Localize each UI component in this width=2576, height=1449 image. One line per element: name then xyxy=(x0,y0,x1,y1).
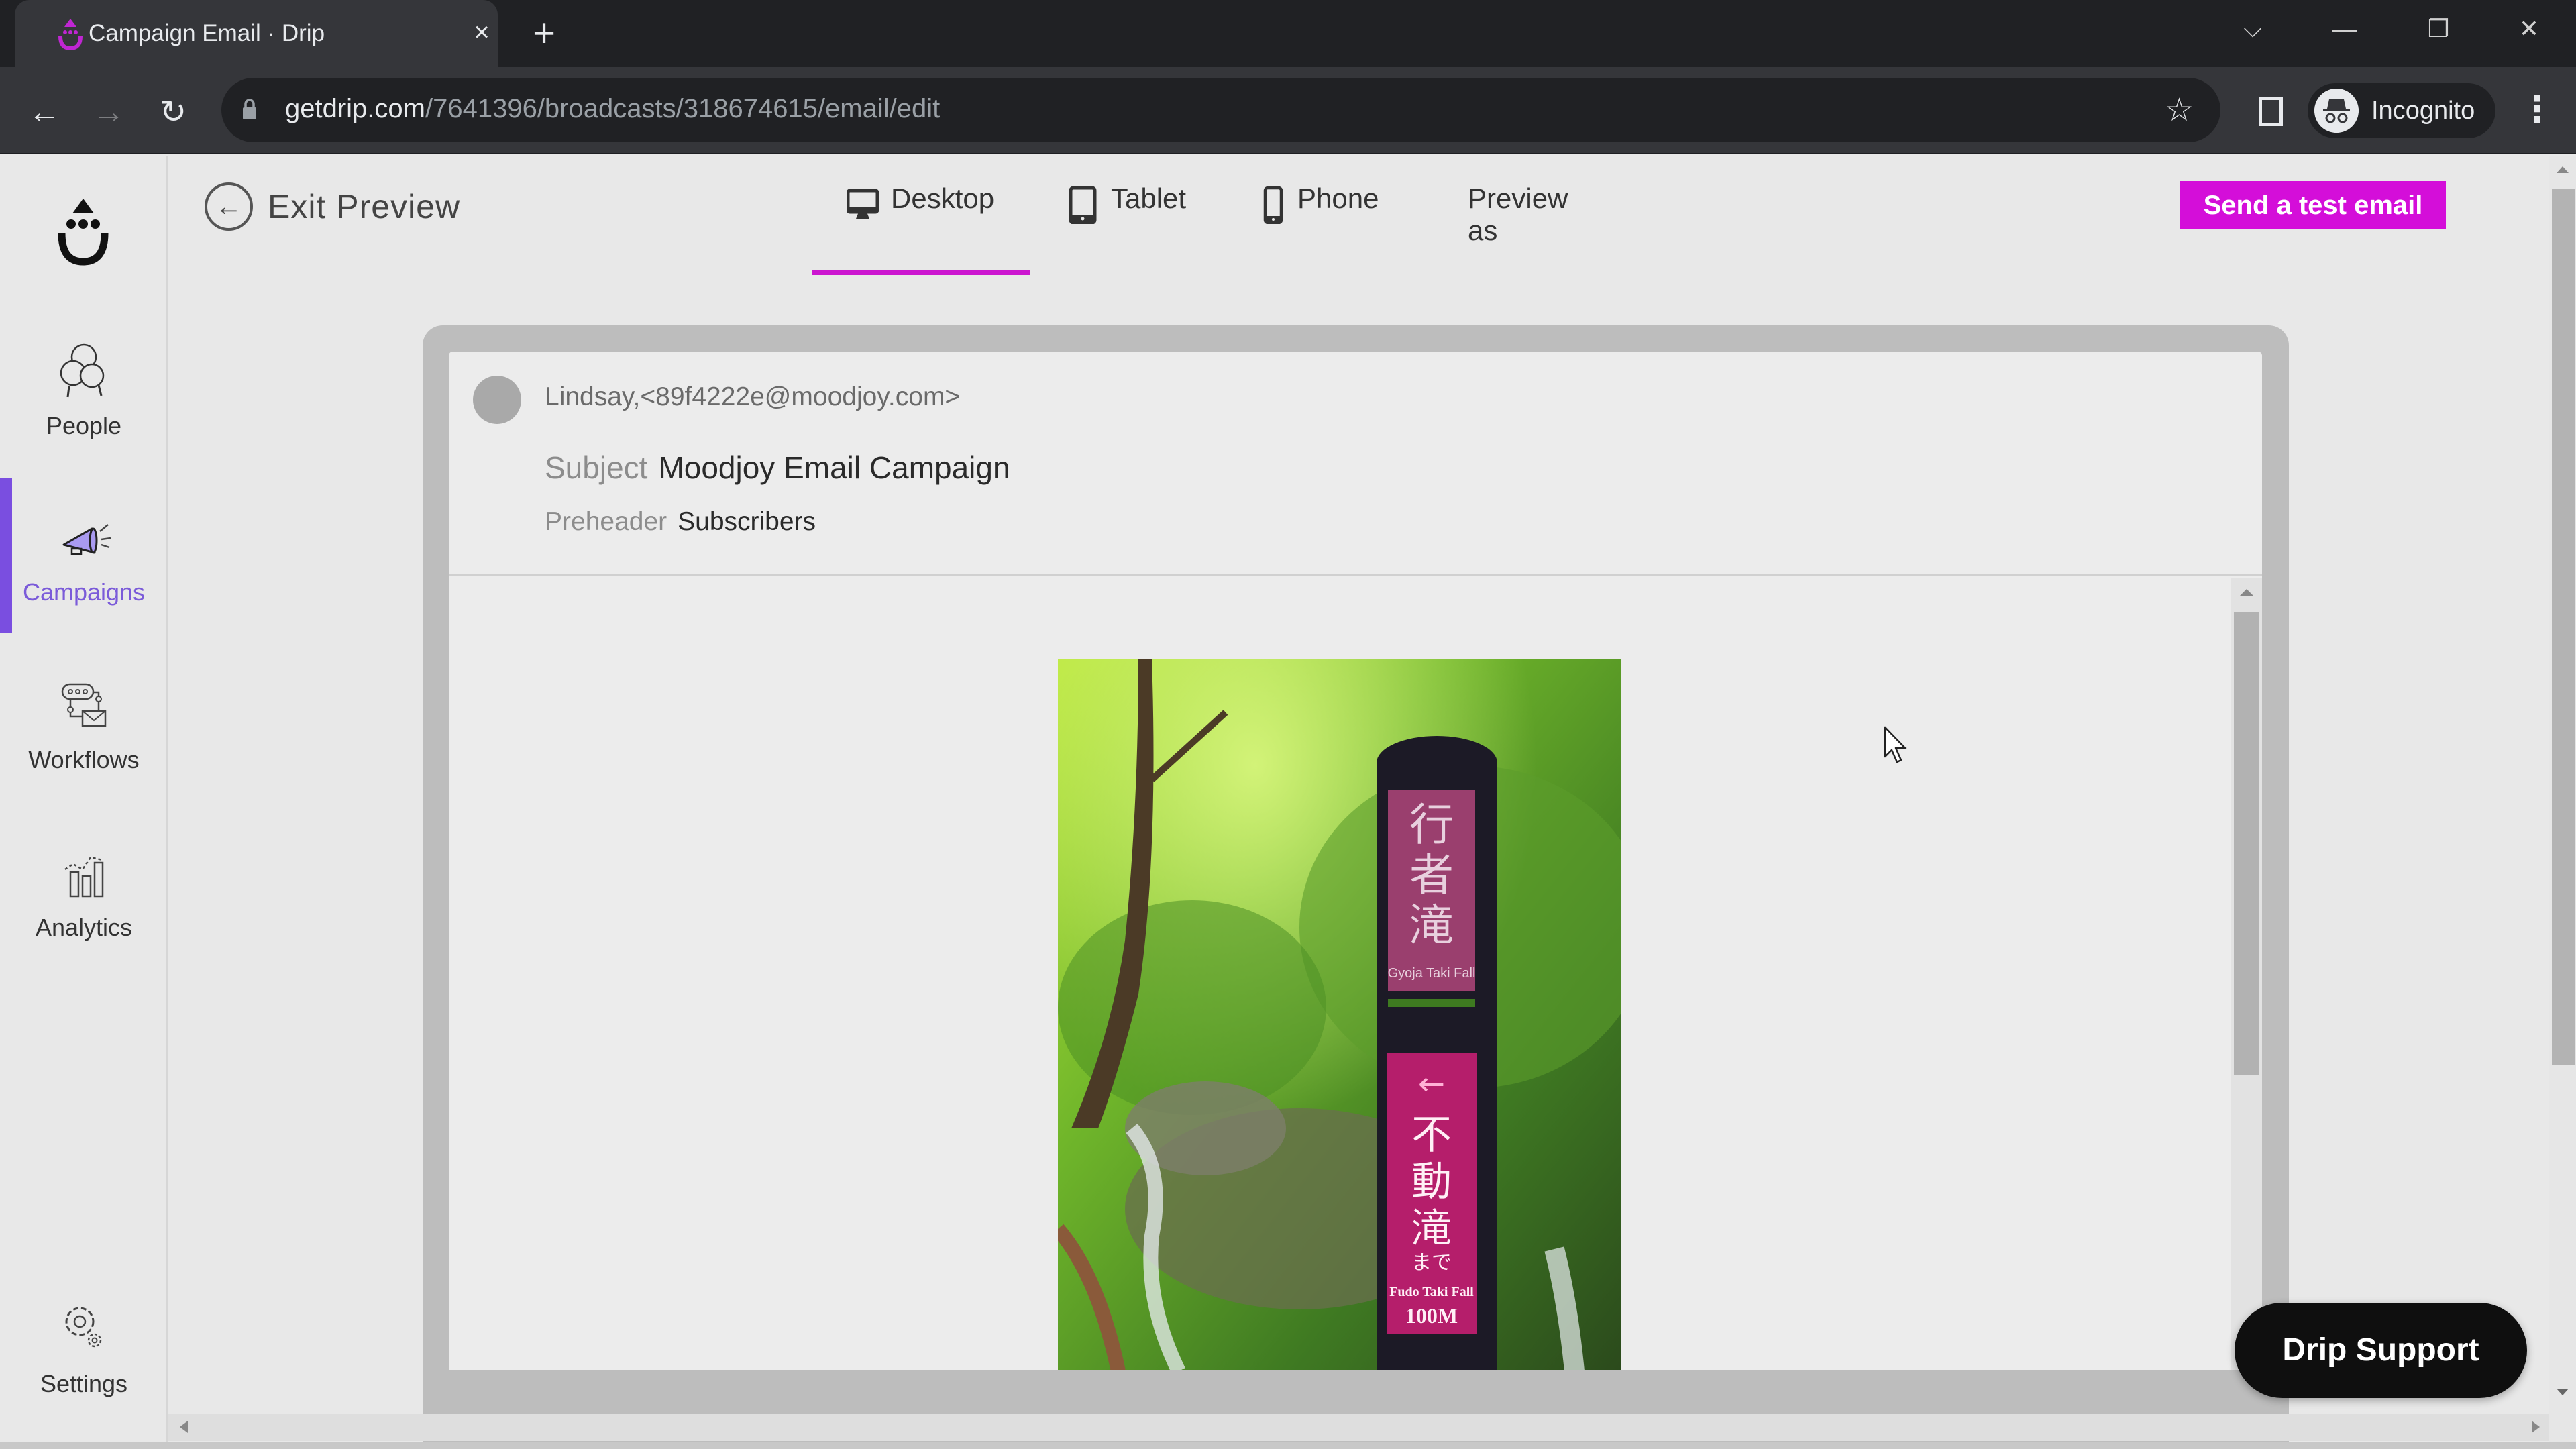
lock-icon[interactable] xyxy=(241,98,258,121)
subject-value: Moodjoy Email Campaign xyxy=(658,450,1010,485)
send-test-email-button[interactable]: Send a test email xyxy=(2180,181,2446,229)
scrollbar-thumb[interactable] xyxy=(2552,189,2575,1065)
email-body: 行 者 滝 Gyoja Taki Fall ← 不 動 滝 まで Fudo Ta… xyxy=(449,578,2262,1370)
sign-kanji-bottom-3: 滝 xyxy=(1411,1205,1452,1252)
email-hero-image: 行 者 滝 Gyoja Taki Fall ← 不 動 滝 まで Fudo Ta… xyxy=(1058,659,1621,1370)
incognito-icon xyxy=(2314,89,2359,133)
preheader-label: Preheader xyxy=(545,507,667,536)
sign-kanji-bottom-1: 不 xyxy=(1411,1112,1452,1159)
sidebar-item-label: People xyxy=(46,412,122,439)
sidebar-item-analytics[interactable]: Analytics xyxy=(0,840,168,974)
drip-app: People Campaigns Workflows Analytics Set… xyxy=(0,156,2549,1449)
back-arrow-icon: ← xyxy=(205,182,253,231)
sign-kanji-top-1: 行 xyxy=(1409,799,1454,851)
close-window-button[interactable]: ✕ xyxy=(2509,12,2549,46)
tab-search-icon[interactable]: ⌵ xyxy=(2233,12,2273,46)
side-panel-icon[interactable] xyxy=(2259,97,2283,126)
gear-icon xyxy=(65,1307,102,1348)
phone-icon xyxy=(1263,186,1283,224)
sidebar: People Campaigns Workflows Analytics Set… xyxy=(0,156,168,1449)
analytics-icon xyxy=(64,856,104,898)
sender-avatar xyxy=(473,376,521,424)
sign-distance: 100M xyxy=(1405,1303,1458,1328)
tab-desktop[interactable]: Desktop xyxy=(847,182,994,250)
active-indicator xyxy=(0,478,12,633)
people-icon xyxy=(60,343,105,398)
scroll-up-arrow-icon[interactable] xyxy=(2240,589,2253,596)
drip-support-button[interactable]: Drip Support xyxy=(2235,1303,2527,1398)
email-preview: Lindsay,<89f4222e@moodjoy.com> Subject Mo… xyxy=(449,352,2262,1370)
page-vertical-scrollbar[interactable] xyxy=(2549,156,2576,1449)
desktop-icon xyxy=(847,189,879,219)
sign-english-bottom: Fudo Taki Fall xyxy=(1389,1285,1474,1299)
address-bar-row: ← → ↻ getdrip.com/7641396/broadcasts/318… xyxy=(0,67,2576,154)
tab-label: Tablet xyxy=(1111,182,1187,214)
sidebar-item-label: Campaigns xyxy=(22,578,146,606)
incognito-profile-button[interactable]: Incognito xyxy=(2308,83,2496,138)
sidebar-item-label: Analytics xyxy=(35,914,133,941)
forward-button[interactable]: → xyxy=(89,93,129,133)
mouse-cursor-icon xyxy=(1884,726,1907,763)
tab-label: Desktop xyxy=(891,182,995,214)
tab-label: Phone xyxy=(1297,182,1379,214)
preheader-row: Preheader Subscribers xyxy=(545,507,816,537)
active-tab-underline xyxy=(812,270,1030,275)
tab-title: Campaign Email · Drip xyxy=(89,20,325,46)
preheader-value: Subscribers xyxy=(678,507,816,536)
new-tab-button[interactable]: + xyxy=(527,14,561,53)
email-header: Lindsay,<89f4222e@moodjoy.com> Subject Mo… xyxy=(449,352,2262,576)
sign-kanji-top-3: 滝 xyxy=(1409,900,1454,951)
sign-english-top: Gyoja Taki Fall xyxy=(1388,966,1476,981)
sign-kanji-bottom-2: 動 xyxy=(1411,1159,1452,1205)
sidebar-item-campaigns[interactable]: Campaigns xyxy=(0,478,168,639)
restore-button[interactable]: ❐ xyxy=(2418,12,2459,46)
sidebar-item-workflows[interactable]: Workflows xyxy=(0,672,168,806)
bookmark-star-icon[interactable]: ☆ xyxy=(2165,91,2194,129)
tab-preview-as[interactable]: Preview as xyxy=(1468,182,1568,250)
tab-label: Preview as xyxy=(1468,182,1568,246)
scroll-down-arrow-icon[interactable] xyxy=(2557,1389,2569,1395)
sign-kanji-top-2: 者 xyxy=(1409,849,1454,901)
tablet-icon xyxy=(1069,186,1097,224)
incognito-label: Incognito xyxy=(2371,97,2475,125)
megaphone-icon xyxy=(62,524,111,555)
subject-row: Subject Moodjoy Email Campaign xyxy=(545,449,1010,486)
email-preview-frame: Lindsay,<89f4222e@moodjoy.com> Subject Mo… xyxy=(423,325,2289,1449)
scroll-right-arrow-icon[interactable] xyxy=(2532,1421,2540,1433)
minimize-button[interactable]: — xyxy=(2324,12,2365,46)
sidebar-item-label: Workflows xyxy=(28,746,140,773)
scroll-up-arrow-icon[interactable] xyxy=(2557,166,2569,173)
browser-tab[interactable]: Campaign Email · Drip × xyxy=(15,0,498,67)
browser-tab-bar: Campaign Email · Drip × + ⌵ — ❐ ✕ xyxy=(0,0,2576,67)
sidebar-item-settings[interactable]: Settings xyxy=(0,1296,168,1430)
back-button[interactable]: ← xyxy=(24,93,64,133)
drip-favicon-icon xyxy=(58,19,83,51)
sender-address: Lindsay,<89f4222e@moodjoy.com> xyxy=(545,382,961,411)
url-text[interactable]: getdrip.com/7641396/broadcasts/318674615… xyxy=(285,94,940,124)
scrollbar-thumb[interactable] xyxy=(2234,612,2259,1075)
tab-phone[interactable]: Phone xyxy=(1261,182,1379,250)
browser-menu-icon[interactable]: ⋮ xyxy=(2519,91,2555,131)
reload-button[interactable]: ↻ xyxy=(153,93,193,133)
exit-preview-button[interactable]: ← Exit Preview xyxy=(205,180,460,233)
sign-arrow: ← xyxy=(1418,1065,1445,1103)
tab-close-icon[interactable]: × xyxy=(466,16,498,48)
workflow-icon xyxy=(61,683,107,727)
scroll-left-arrow-icon[interactable] xyxy=(180,1421,188,1433)
subject-label: Subject xyxy=(545,450,648,485)
page-horizontal-scrollbar[interactable] xyxy=(168,1414,2549,1441)
url-bar[interactable]: getdrip.com/7641396/broadcasts/318674615… xyxy=(221,78,2220,142)
email-preview-scrollbar[interactable] xyxy=(2231,578,2262,1370)
exit-preview-label: Exit Preview xyxy=(268,188,461,225)
sign-hiragana: まで xyxy=(1411,1251,1452,1275)
sidebar-item-people[interactable]: People xyxy=(0,338,168,472)
tab-tablet[interactable]: Tablet xyxy=(1067,182,1186,250)
drip-logo-icon[interactable] xyxy=(52,189,114,270)
window-bottom-edge xyxy=(0,1442,2576,1449)
sidebar-item-label: Settings xyxy=(40,1370,128,1397)
